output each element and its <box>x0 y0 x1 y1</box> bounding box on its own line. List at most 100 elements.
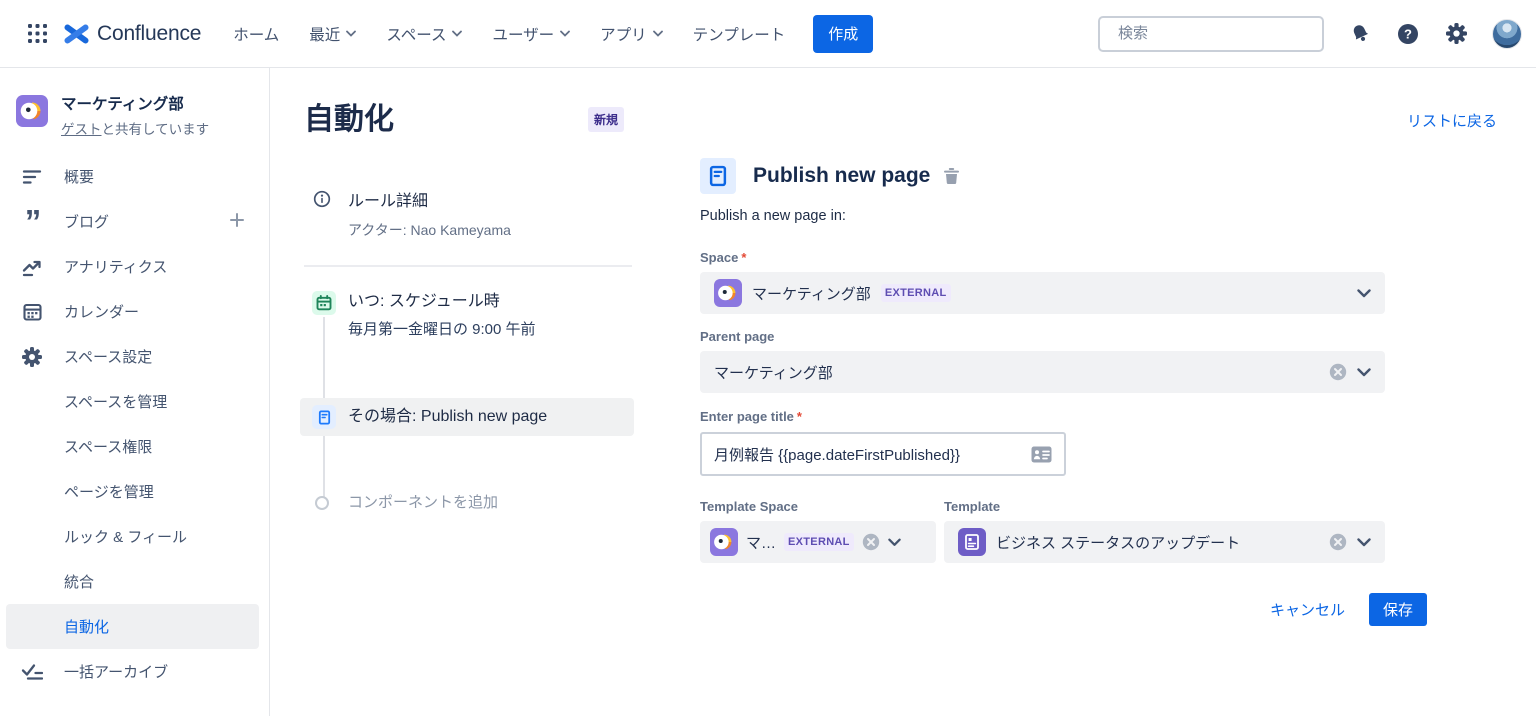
space-name: マーケティング部 <box>61 95 209 114</box>
step-trigger-text: いつ: スケジュール時 毎月第一金曜日の 9:00 午前 <box>348 291 536 339</box>
template-space-field: Template Space マ… EXTERNAL <box>700 476 936 563</box>
parent-page-field-label: Parent page <box>700 329 1385 344</box>
space-sidebar: マーケティング部 ゲストと共有しています 概要 ” ブログ <box>0 68 270 716</box>
sidebar-item-blog[interactable]: ” ブログ <box>6 199 259 244</box>
calendar-icon <box>20 300 44 324</box>
new-badge: 新規 <box>588 107 624 132</box>
question-icon: ? <box>1397 23 1419 45</box>
add-blog-icon[interactable] <box>229 212 245 232</box>
app-switcher-icon[interactable] <box>24 21 50 47</box>
nav-item-apps[interactable]: アプリ <box>600 23 663 45</box>
sidebar-item-manage-space[interactable]: スペースを管理 <box>6 379 259 424</box>
parent-page-value: マーケティング部 <box>714 362 833 383</box>
help-button[interactable]: ? <box>1396 22 1420 46</box>
panel-description: Publish a new page in: <box>700 208 1427 224</box>
chevron-down-icon[interactable] <box>1357 289 1371 298</box>
trash-icon <box>943 167 960 185</box>
gear-icon <box>1446 23 1467 44</box>
rule-steps: いつ: スケジュール時 毎月第一金曜日の 9:00 午前 その場合: Publi… <box>300 291 634 514</box>
space-avatar-parrot-icon <box>714 279 742 307</box>
parent-page-select[interactable]: マーケティング部 <box>700 351 1385 393</box>
settings-button[interactable] <box>1444 22 1468 46</box>
step-trigger-title: いつ: スケジュール時 <box>348 291 536 313</box>
chevron-down-icon[interactable] <box>888 538 901 547</box>
space-field-label: Space* <box>700 250 1385 265</box>
step-add-component[interactable]: コンポーネントを追加 <box>300 492 634 514</box>
calendar-green-icon <box>312 291 336 315</box>
primary-nav: ホーム 最近 スペース ユーザー アプリ <box>233 23 785 45</box>
bell-icon <box>1350 23 1371 44</box>
panel-title: Publish new page <box>753 164 930 188</box>
step-add-component-label: コンポーネントを追加 <box>348 492 498 514</box>
notifications-button[interactable] <box>1348 22 1372 46</box>
nav-item-recent[interactable]: 最近 <box>309 23 356 45</box>
clear-icon[interactable] <box>862 533 880 551</box>
page-title-input[interactable] <box>714 446 1023 463</box>
chevron-down-icon[interactable] <box>1357 538 1371 547</box>
nav-item-home[interactable]: ホーム <box>233 23 279 45</box>
empty-circle-icon <box>315 496 329 510</box>
sidebar-item-analytics[interactable]: アナリティクス <box>6 244 259 289</box>
space-select[interactable]: マーケティング部 EXTERNAL <box>700 272 1385 314</box>
template-select[interactable]: ビジネス ステータスのアップデート <box>944 521 1385 563</box>
rule-details-header[interactable]: ルール詳細 <box>300 187 634 211</box>
sidebar-item-integrations[interactable]: 統合 <box>6 559 259 604</box>
logo-text: Confluence <box>97 22 201 46</box>
sidebar-item-automation[interactable]: 自動化 <box>6 604 259 649</box>
step-action-title: その場合: Publish new page <box>348 406 547 428</box>
create-button[interactable]: 作成 <box>813 15 873 53</box>
main-content: 自動化 新規 リストに戻る ルール詳細 アクター: Nao Kameyama <box>270 68 1536 716</box>
user-avatar[interactable] <box>1492 19 1522 49</box>
chevron-down-icon[interactable] <box>1357 368 1371 377</box>
nav-item-spaces[interactable]: スペース <box>386 23 462 45</box>
back-to-list-link[interactable]: リストに戻る <box>1407 110 1497 131</box>
rule-timeline: ルール詳細 アクター: Nao Kameyama いつ: スケジュール時 毎月第… <box>300 187 634 514</box>
insert-variable-icon[interactable] <box>1031 446 1052 463</box>
overview-icon <box>20 165 44 189</box>
grid-icon <box>28 24 47 43</box>
space-avatar-parrot-icon <box>16 95 48 127</box>
save-button[interactable]: 保存 <box>1369 593 1427 626</box>
clear-icon[interactable] <box>1329 363 1347 381</box>
panel-fields: Space* マーケティング部 EXTERNAL <box>700 250 1385 563</box>
space-avatar-parrot-icon <box>710 528 738 556</box>
search-input[interactable] <box>1118 25 1317 42</box>
space-header[interactable]: マーケティング部 ゲストと共有しています <box>0 68 269 138</box>
template-field: Template ビジネス ステータスのアップデート <box>944 476 1385 563</box>
timeline-divider <box>304 265 632 267</box>
page-title-field-label: Enter page title* <box>700 409 1385 424</box>
external-badge: EXTERNAL <box>784 533 854 551</box>
chevron-down-icon <box>560 30 570 37</box>
cancel-button[interactable]: キャンセル <box>1270 599 1345 620</box>
template-space-label: Template Space <box>700 499 936 514</box>
chevron-down-icon <box>346 30 356 37</box>
chevron-down-icon <box>653 30 663 37</box>
step-trigger-schedule[interactable]: いつ: スケジュール時 毎月第一金曜日の 9:00 午前 <box>300 291 634 339</box>
required-mark: * <box>741 250 746 265</box>
topbar-right: ? <box>1098 16 1536 52</box>
rule-details-title: ルール詳細 <box>348 187 428 211</box>
template-label: Template <box>944 499 1385 514</box>
space-shared-status: ゲストと共有しています <box>61 118 209 138</box>
sidebar-item-look-and-feel[interactable]: ルック & フィール <box>6 514 259 559</box>
guest-link[interactable]: ゲスト <box>61 122 102 137</box>
sidebar-item-space-permissions[interactable]: スペース権限 <box>6 424 259 469</box>
space-select-value: マーケティング部 <box>752 283 871 304</box>
sidebar-item-manage-pages[interactable]: ページを管理 <box>6 469 259 514</box>
sidebar-item-overview[interactable]: 概要 <box>6 154 259 199</box>
sidebar-item-bulk-archive[interactable]: 一括アーカイブ <box>6 649 259 694</box>
nav-item-templates[interactable]: テンプレート <box>693 23 786 45</box>
sidebar-item-space-settings[interactable]: スペース設定 <box>6 334 259 379</box>
action-config-panel: Publish new page Publish a new page in: … <box>700 158 1427 626</box>
step-action-publish[interactable]: その場合: Publish new page <box>300 398 634 436</box>
template-space-select[interactable]: マ… EXTERNAL <box>700 521 936 563</box>
blog-icon: ” <box>20 210 44 234</box>
nav-item-people[interactable]: ユーザー <box>492 23 570 45</box>
delete-component-button[interactable] <box>943 167 960 185</box>
confluence-logo[interactable]: Confluence <box>64 22 201 46</box>
sidebar-item-calendar[interactable]: カレンダー <box>6 289 259 334</box>
rule-actor: アクター: Nao Kameyama <box>300 220 634 240</box>
clear-icon[interactable] <box>1329 533 1347 551</box>
search-box[interactable] <box>1098 16 1324 52</box>
page-title: 自動化 <box>304 94 394 138</box>
